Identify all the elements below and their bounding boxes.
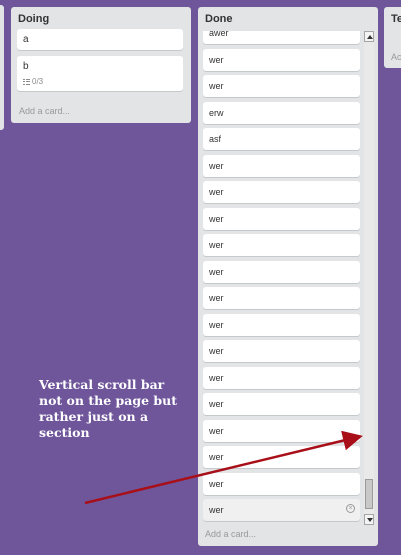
annotation-arrow [84, 430, 363, 505]
